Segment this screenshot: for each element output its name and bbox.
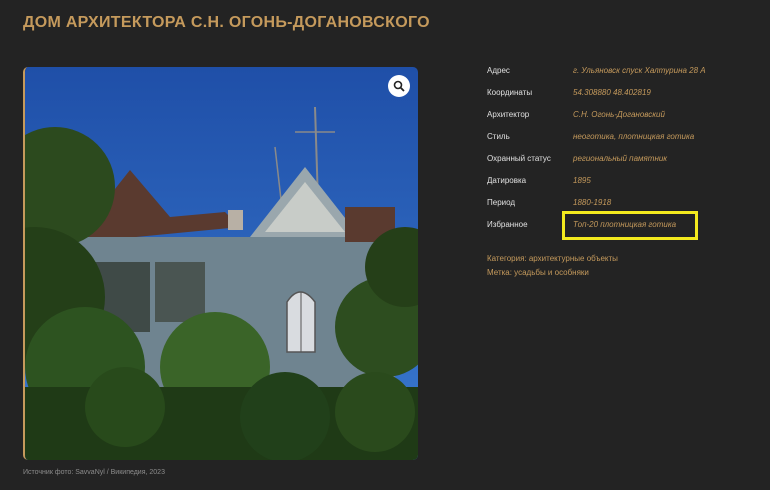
prop-key: Избранное [487, 220, 528, 229]
zoom-button[interactable] [388, 75, 410, 97]
page-title: ДОМ АРХИТЕКТОРА С.Н. ОГОНЬ-ДОГАНОВСКОГО [23, 14, 430, 31]
prop-value[interactable]: 1880-1918 [573, 194, 611, 212]
prop-value[interactable]: С.Н. Огонь-Догановский [573, 106, 665, 124]
prop-value[interactable]: неоготика, плотницкая готика [573, 128, 694, 146]
highlight-box [562, 211, 698, 240]
prop-key: Архитектор [487, 110, 530, 119]
prop-value[interactable]: 54.308880 48.402819 [573, 84, 651, 102]
prop-key: Период [487, 198, 516, 207]
prop-key: Охранный статус [487, 154, 551, 163]
photo-image [25, 67, 418, 460]
photo-caption: Источник фото: SavvaNyl / Википедия, 202… [23, 469, 165, 476]
prop-value[interactable]: 1895 [573, 172, 591, 190]
tag-link[interactable]: Метка: усадьбы и особняки [487, 266, 618, 280]
building-photo[interactable] [23, 67, 418, 460]
meta-block: Категория: архитектурные объекты Метка: … [487, 252, 618, 280]
prop-key: Адрес [487, 66, 510, 75]
prop-value[interactable]: г. Ульяновск спуск Халтурина 28 А [573, 62, 706, 80]
category-link[interactable]: Категория: архитектурные объекты [487, 252, 618, 266]
prop-key: Стиль [487, 132, 510, 141]
prop-value[interactable]: региональный памятник [573, 150, 667, 168]
prop-key: Датировка [487, 176, 527, 185]
prop-key: Координаты [487, 88, 533, 97]
magnifier-icon [393, 80, 405, 92]
